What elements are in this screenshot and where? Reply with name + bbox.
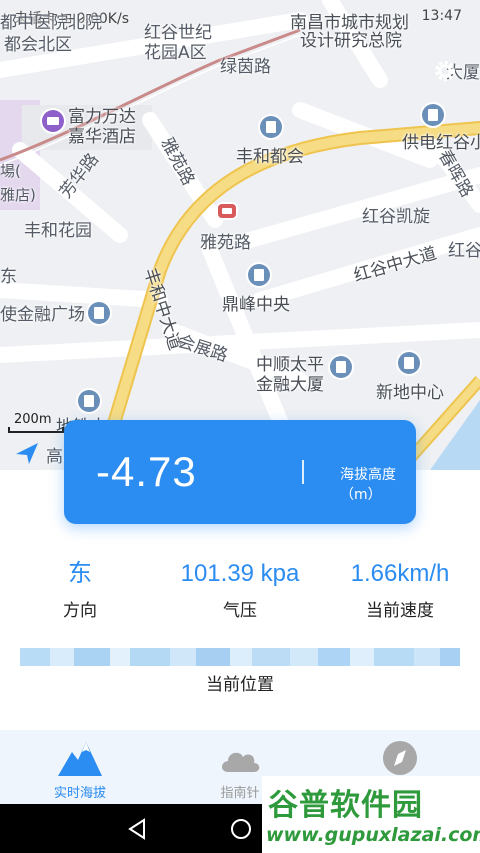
status-time: 13:47 — [421, 8, 462, 24]
building-poi-icon — [422, 104, 444, 126]
speed-value: 1.66km/h — [350, 560, 450, 587]
transit-poi-icon — [218, 204, 236, 218]
altitude-card: -4.73 海拔高度（m） — [64, 420, 416, 524]
direction-value: 东 — [68, 560, 92, 587]
building-poi-icon — [88, 302, 110, 324]
map-label: 場( — [0, 162, 21, 180]
pressure-label: 气压 — [223, 601, 257, 621]
current-location-label: 当前位置 — [206, 675, 274, 695]
map-label: 绿茵路 — [220, 57, 271, 77]
map-scale-label: 200m — [14, 412, 52, 427]
map-label: 金融大厦 — [256, 375, 324, 395]
map-label: 使金融广场 — [0, 305, 85, 325]
map-label: 设计研究总院 — [300, 31, 402, 51]
speed-stat: 1.66km/h 当前速度 — [320, 558, 480, 621]
map-label: 雅苑路 — [200, 233, 251, 253]
map-label: 供电红谷小 — [402, 133, 480, 153]
altitude-value: -4.73 — [96, 448, 197, 495]
speed-label: 当前速度 — [366, 601, 434, 621]
altitude-unit-label: 海拔高度（m） — [340, 467, 396, 503]
map-label: 花园A区 — [144, 43, 207, 63]
home-circle-icon[interactable] — [228, 816, 254, 842]
map-label: 丰和都会 — [236, 147, 304, 167]
direction-label: 方向 — [63, 601, 97, 621]
pressure-stat: 101.39 kpa 气压 — [160, 558, 320, 621]
cloud-icon — [222, 752, 260, 772]
address-blurred — [20, 648, 460, 666]
map-view[interactable]: 未插卡 ⊞ 0.00K/s 13:47 都中医院北院 都会北区 红谷世纪 花园A… — [0, 0, 480, 470]
building-poi-icon — [330, 356, 352, 378]
map-label: 红谷 — [448, 241, 480, 261]
map-label: 雅店) — [0, 186, 36, 204]
building-poi-icon — [78, 390, 100, 412]
map-label: 都会北区 — [4, 35, 72, 55]
building-poi-icon — [248, 264, 270, 286]
tab-realtime-altitude-label: 实时海拔 — [53, 786, 106, 801]
map-label: 嘉华酒店 — [68, 127, 136, 147]
map-label: 红谷凯旋 — [362, 207, 430, 227]
compass-icon — [383, 741, 417, 775]
watermark-url: www.gupuxlazai.com — [266, 824, 480, 846]
map-label: 新地中心 — [376, 383, 444, 403]
hotel-poi-icon — [42, 110, 64, 132]
building-poi-icon — [260, 116, 282, 138]
direction-stat: 东 方向 — [0, 558, 160, 621]
map-label: 高 — [46, 447, 63, 467]
back-triangle-icon[interactable] — [124, 816, 150, 842]
map-label: 丰和花园 — [24, 221, 92, 241]
map-label: 鼎峰中央 — [222, 295, 290, 315]
map-scale-bar — [8, 427, 64, 433]
building-poi-icon — [398, 352, 420, 374]
tab-realtime-altitude[interactable]: 实时海拔 — [0, 730, 160, 804]
pressure-value: 101.39 kpa — [180, 560, 300, 587]
settings-gear-icon[interactable] — [432, 58, 458, 84]
location-arrow-icon[interactable] — [14, 440, 40, 466]
map-scale: 200m — [8, 412, 64, 433]
map-label: 东 — [0, 267, 17, 287]
watermark-title: 谷普软件园 — [268, 788, 423, 823]
mountain-icon — [58, 742, 102, 776]
watermark: 谷普软件园 www.gupuxlazai.com — [262, 776, 480, 853]
altitude-divider — [302, 460, 304, 484]
